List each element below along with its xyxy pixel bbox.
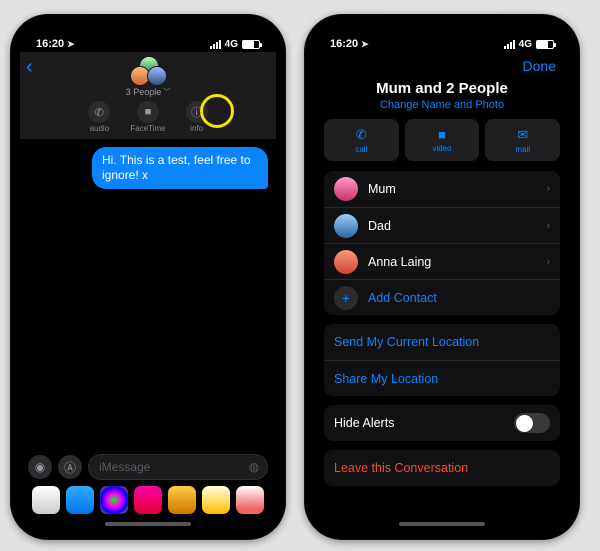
status-time: 16:20 — [330, 38, 358, 50]
messages-header: ‹ 3 People ﹀ ✆ audio ■ — [20, 52, 276, 139]
hide-alerts-row: Hide Alerts — [324, 405, 560, 441]
camera-button[interactable]: ◉ — [28, 455, 52, 479]
dock-app-photos[interactable] — [32, 486, 60, 514]
action-call-label: call — [355, 145, 367, 154]
status-time: 16:20 — [36, 38, 64, 50]
alerts-card: Hide Alerts — [324, 405, 560, 441]
member-name: Mum — [368, 182, 396, 196]
location-services-icon: ➤ — [361, 39, 369, 50]
notch — [382, 14, 502, 34]
sent-message-bubble[interactable]: Hi. This is a test, feel free to ignore!… — [92, 147, 268, 189]
header-facetime-label: FaceTime — [130, 124, 165, 133]
battery-icon — [242, 40, 260, 49]
share-location-row[interactable]: Share My Location — [324, 360, 560, 396]
avatar-icon — [334, 177, 358, 201]
header-audio-button[interactable]: ✆ audio — [88, 101, 110, 133]
screen-messages: 16:20 ➤ 4G ‹ 3 People ﹀ — [20, 24, 276, 530]
header-info-label: info — [190, 124, 203, 133]
messages-area[interactable]: Hi. This is a test, feel free to ignore!… — [20, 139, 276, 197]
group-name-row[interactable]: 3 People ﹀ — [28, 87, 268, 97]
group-people-label: 3 People — [126, 87, 162, 97]
action-call[interactable]: ✆ call — [324, 119, 399, 161]
cellular-signal-icon — [210, 40, 221, 49]
dock-app-6[interactable] — [202, 486, 230, 514]
avatar-icon — [334, 214, 358, 238]
header-audio-label: audio — [90, 124, 110, 133]
avatar-icon — [334, 250, 358, 274]
network-label: 4G — [225, 39, 238, 50]
chevron-right-icon: › — [546, 220, 550, 232]
plus-icon: + — [334, 286, 358, 310]
leave-conversation-row[interactable]: Leave this Conversation — [324, 450, 560, 486]
location-actions: Send My Current Location Share My Locati… — [324, 324, 560, 396]
location-services-icon: ➤ — [67, 39, 75, 50]
waveform-icon: ◍ — [249, 460, 259, 474]
leave-conversation-label: Leave this Conversation — [334, 461, 468, 475]
back-button[interactable]: ‹ — [26, 56, 33, 79]
mail-icon: ✉ — [517, 127, 528, 143]
member-row-anna[interactable]: Anna Laing › — [324, 243, 560, 279]
message-input[interactable]: iMessage ◍ — [88, 454, 268, 480]
chevron-down-icon: ﹀ — [163, 87, 170, 97]
change-name-photo-link[interactable]: Change Name and Photo — [324, 99, 560, 111]
share-location-label: Share My Location — [334, 372, 438, 386]
screen-details: 16:20 ➤ 4G Done Mum and 2 People Change … — [314, 24, 570, 530]
imessage-app-dock — [20, 486, 276, 520]
avatar-icon — [147, 66, 167, 86]
phone-right: 16:20 ➤ 4G Done Mum and 2 People Change … — [304, 14, 580, 540]
home-indicator[interactable] — [399, 522, 485, 526]
done-button[interactable]: Done — [324, 56, 560, 80]
phone-icon: ✆ — [88, 101, 110, 123]
video-icon: ■ — [137, 101, 159, 123]
app-store-button[interactable]: Ⓐ — [58, 455, 82, 479]
send-location-label: Send My Current Location — [334, 335, 479, 349]
add-contact-label: Add Contact — [368, 291, 437, 305]
leave-card: Leave this Conversation — [324, 450, 560, 486]
send-location-row[interactable]: Send My Current Location — [324, 324, 560, 360]
dictation-button[interactable]: ◍ — [245, 458, 263, 476]
add-contact-row[interactable]: + Add Contact — [324, 279, 560, 315]
hide-alerts-toggle[interactable] — [514, 413, 550, 433]
camera-icon: ◉ — [35, 460, 45, 474]
member-name: Anna Laing — [368, 255, 431, 269]
members-list: Mum › Dad › Anna Laing › + Add Contact — [324, 171, 560, 315]
member-name: Dad — [368, 219, 391, 233]
member-row-mum[interactable]: Mum › — [324, 171, 560, 207]
info-icon: ⓘ — [186, 101, 208, 123]
cellular-signal-icon — [504, 40, 515, 49]
app-store-icon: Ⓐ — [64, 459, 76, 476]
group-title: Mum and 2 People — [324, 80, 560, 97]
message-input-bar: ◉ Ⓐ iMessage ◍ — [20, 452, 276, 482]
dock-app-music[interactable] — [236, 486, 264, 514]
dock-app-store[interactable] — [66, 486, 94, 514]
dock-app-3[interactable] — [100, 486, 128, 514]
member-row-dad[interactable]: Dad › — [324, 207, 560, 243]
quick-actions-row: ✆ call ■ video ✉ mail — [324, 119, 560, 161]
action-mail-label: mail — [515, 145, 530, 154]
phone-left: 16:20 ➤ 4G ‹ 3 People ﹀ — [10, 14, 286, 540]
group-details-sheet: Done Mum and 2 People Change Name and Ph… — [314, 52, 570, 530]
action-video-label: video — [432, 144, 451, 153]
action-mail[interactable]: ✉ mail — [485, 119, 560, 161]
battery-icon — [536, 40, 554, 49]
video-icon: ■ — [438, 127, 446, 142]
group-avatar-cluster[interactable] — [130, 56, 166, 86]
header-info-button[interactable]: ⓘ info — [186, 101, 208, 133]
header-facetime-button[interactable]: ■ FaceTime — [130, 101, 165, 133]
chevron-right-icon: › — [546, 256, 550, 268]
notch — [88, 14, 208, 34]
chevron-right-icon: › — [546, 183, 550, 195]
network-label: 4G — [519, 39, 532, 50]
dock-app-4[interactable] — [134, 486, 162, 514]
action-video[interactable]: ■ video — [405, 119, 480, 161]
home-indicator[interactable] — [105, 522, 191, 526]
message-placeholder: iMessage — [99, 460, 150, 474]
phone-icon: ✆ — [356, 127, 367, 143]
dock-app-memoji[interactable] — [168, 486, 196, 514]
hide-alerts-label: Hide Alerts — [334, 416, 394, 430]
